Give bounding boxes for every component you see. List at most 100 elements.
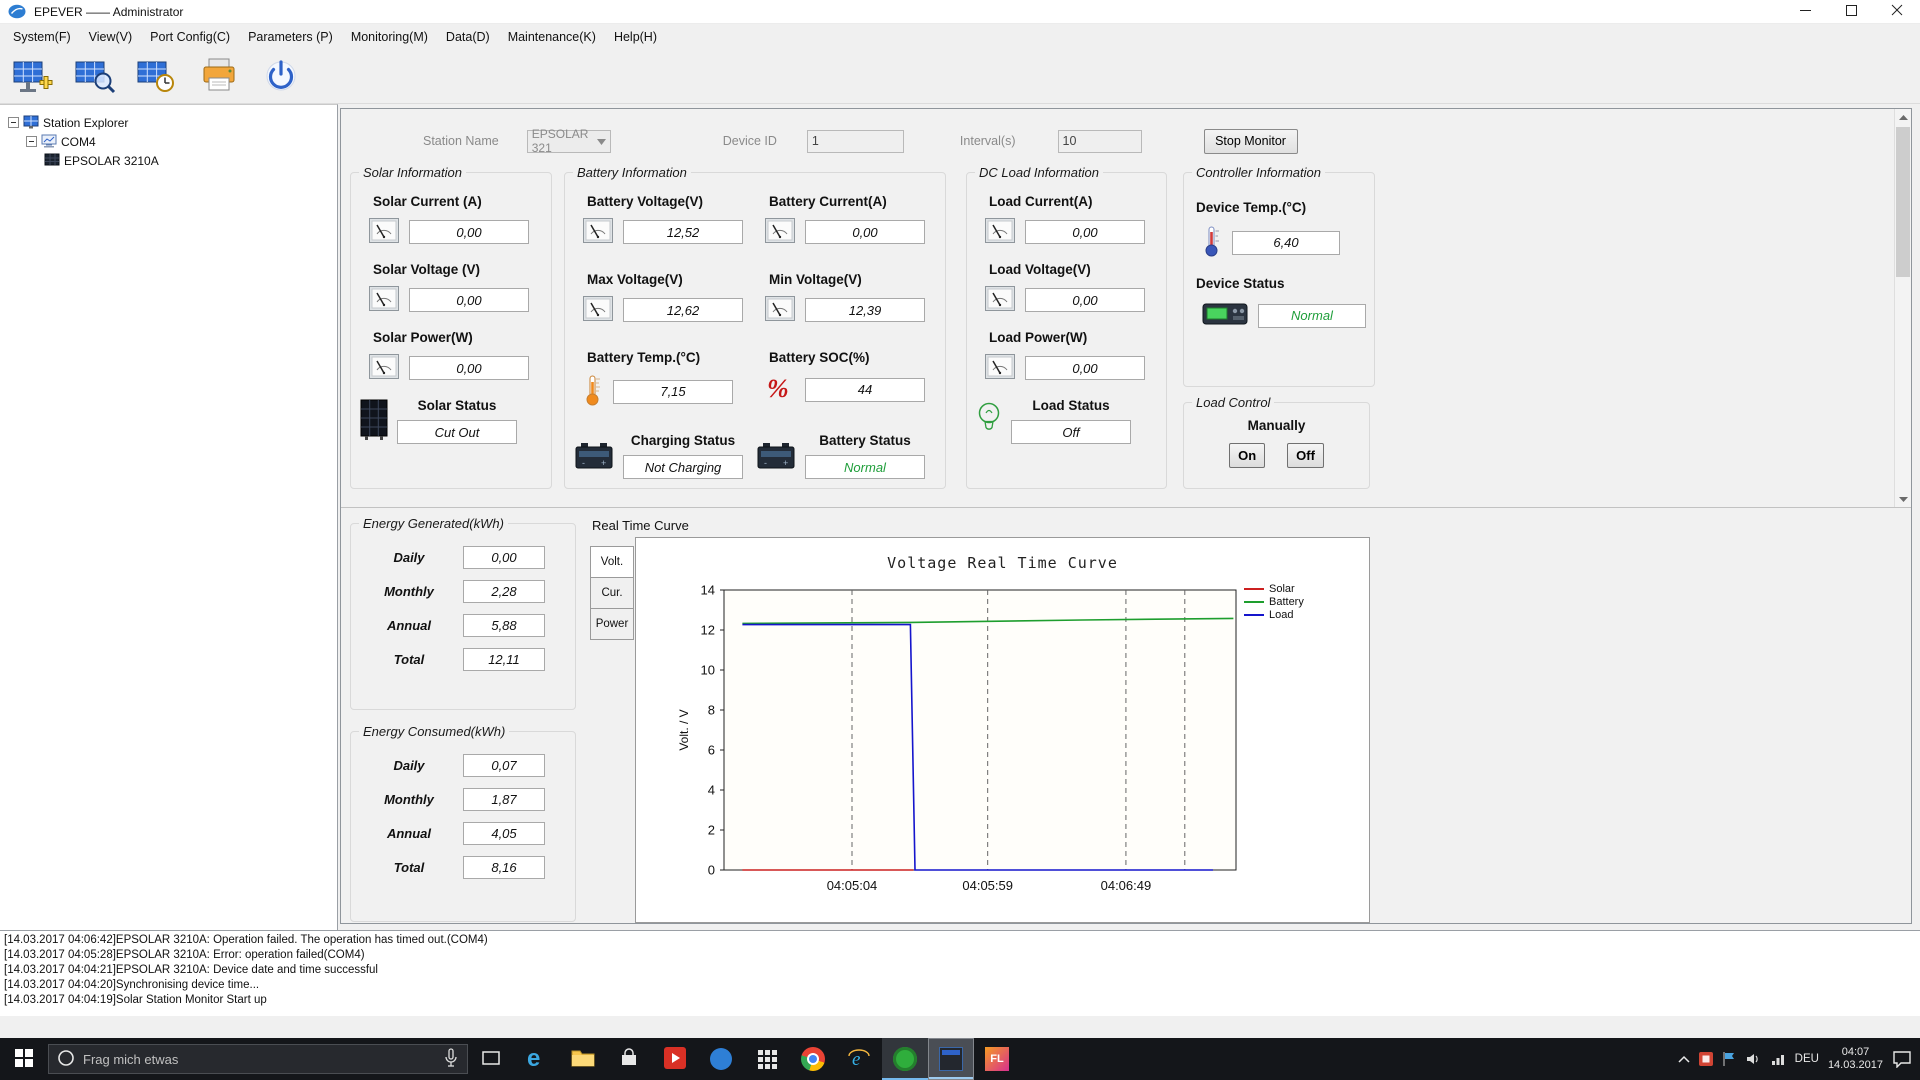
gauge-icon — [985, 286, 1015, 314]
power-button[interactable] — [258, 54, 304, 100]
load-control-group: Load Control Manually On Off — [1183, 395, 1370, 489]
taskbar-app-solar-monitor[interactable] — [882, 1038, 928, 1080]
taskbar-app-grid[interactable] — [744, 1038, 790, 1080]
load-power-value: 0,00 — [1025, 356, 1145, 380]
scrollbar-thumb[interactable] — [1896, 127, 1910, 277]
menu-maintenance[interactable]: Maintenance(K) — [499, 26, 605, 48]
station-icon — [23, 115, 39, 130]
menu-system[interactable]: System(F) — [4, 26, 80, 48]
toolbar — [0, 50, 1920, 104]
svg-text:0: 0 — [708, 863, 715, 878]
tree-item-epsolar-3210a[interactable]: EPSOLAR 3210A — [8, 151, 337, 170]
gauge-icon — [765, 296, 795, 324]
close-icon — [1891, 4, 1903, 19]
menu-help[interactable]: Help(H) — [605, 26, 666, 48]
tree-item-station-explorer[interactable]: Station Explorer — [8, 113, 337, 132]
monitor-panel: Station Name EPSOLAR 321 Device ID Inter… — [340, 108, 1912, 924]
log-line: [14.03.2017 04:05:28]EPSOLAR 3210A: Erro… — [4, 949, 365, 961]
fl-app-icon: FL — [985, 1047, 1009, 1071]
tray-flag-icon[interactable] — [1722, 1051, 1736, 1067]
solar-monitor-app-icon — [893, 1047, 917, 1071]
gauge-icon — [765, 218, 795, 246]
load-off-button[interactable]: Off — [1287, 443, 1324, 468]
generated-daily-value: 0,00 — [463, 546, 545, 569]
device-id-input[interactable] — [806, 129, 904, 153]
menu-data[interactable]: Data(D) — [437, 26, 499, 48]
scroll-up-icon[interactable] — [1895, 109, 1911, 125]
station-name-label: Station Name — [423, 134, 499, 148]
svg-text:12: 12 — [701, 623, 715, 638]
task-view-icon — [480, 1047, 502, 1072]
load-on-button[interactable]: On — [1229, 443, 1266, 468]
taskbar-search[interactable] — [48, 1044, 468, 1074]
taskbar-app-fl[interactable]: FL — [974, 1038, 1020, 1080]
close-button[interactable] — [1874, 0, 1920, 23]
consumed-monthly-row: Monthly 1,87 — [359, 788, 567, 811]
monitor-scrollbar[interactable] — [1894, 109, 1911, 507]
tab-volt[interactable]: Volt. — [590, 546, 634, 578]
taskbar-clock[interactable]: 04:07 14.03.2017 — [1828, 1046, 1883, 1072]
solar-information-group: Solar Information Solar Current (A) 0,00… — [350, 165, 552, 489]
tree-item-com4[interactable]: COM4 — [8, 132, 337, 151]
consumed-daily-row: Daily 0,07 — [359, 754, 567, 777]
notification-center-icon[interactable] — [1892, 1050, 1912, 1068]
energy-consumed-group: Energy Consumed(kWh) Daily 0,07 Monthly 1,… — [350, 724, 576, 922]
tree-collapse-icon[interactable] — [26, 136, 37, 147]
search-input[interactable] — [83, 1051, 435, 1067]
station-monitor-button[interactable] — [72, 54, 118, 100]
task-view-button[interactable] — [468, 1038, 514, 1080]
tab-current[interactable]: Cur. — [590, 577, 634, 609]
minimize-button[interactable] — [1782, 0, 1828, 23]
tree-collapse-icon[interactable] — [8, 117, 19, 128]
svg-text:%: % — [767, 374, 789, 402]
tab-power[interactable]: Power — [590, 608, 634, 640]
language-indicator[interactable]: DEU — [1795, 1053, 1819, 1065]
menu-port-config[interactable]: Port Config(C) — [141, 26, 239, 48]
taskbar-app-mail[interactable] — [698, 1038, 744, 1080]
load-current-field: Load Current(A) 0,00 — [975, 194, 1158, 246]
network-icon[interactable] — [1770, 1051, 1786, 1067]
chrome-icon — [801, 1047, 825, 1071]
folder-icon — [571, 1048, 595, 1071]
battery-soc-field: Battery SOC(%) % 44 — [755, 350, 937, 409]
menu-monitoring[interactable]: Monitoring(M) — [342, 26, 437, 48]
menu-view[interactable]: View(V) — [80, 26, 142, 48]
tray-chevron-icon[interactable] — [1678, 1055, 1690, 1063]
taskbar-app-chrome[interactable] — [790, 1038, 836, 1080]
taskbar-app-video[interactable] — [652, 1038, 698, 1080]
add-station-button[interactable] — [10, 54, 56, 100]
speaker-icon[interactable] — [1745, 1051, 1761, 1067]
desktop-filler — [0, 1016, 1920, 1038]
interval-label: Interval(s) — [959, 134, 1016, 148]
svg-text:8: 8 — [708, 703, 715, 718]
start-button[interactable] — [0, 1038, 48, 1080]
print-button[interactable] — [196, 54, 242, 100]
menu-parameters[interactable]: Parameters (P) — [239, 26, 342, 48]
battery-voltage-field: Battery Voltage(V) 12,52 — [573, 194, 755, 246]
tray-red-app-icon[interactable] — [1698, 1052, 1713, 1066]
solar-voltage-field: Solar Voltage (V) 0,00 — [359, 262, 543, 314]
consumed-monthly-value: 1,87 — [463, 788, 545, 811]
svg-text:6: 6 — [708, 743, 715, 758]
log-line: [14.03.2017 04:04:19]Solar Station Monit… — [4, 994, 267, 1006]
station-name-select[interactable]: EPSOLAR 321 — [526, 127, 611, 155]
device-time-button[interactable] — [134, 54, 180, 100]
taskbar-app-internet-explorer[interactable]: e — [836, 1038, 882, 1080]
taskbar-app-edge[interactable]: e — [514, 1038, 560, 1080]
interval-input[interactable] — [1057, 129, 1142, 153]
bulb-icon — [975, 400, 1003, 443]
taskbar-app-epever[interactable] — [928, 1038, 974, 1080]
load-voltage-value: 0,00 — [1025, 288, 1145, 312]
generated-annual-row: Annual 5,88 — [359, 614, 567, 637]
device-status-field: Device Status Normal — [1192, 276, 1366, 330]
thermometer-icon — [1202, 225, 1222, 260]
maximize-button[interactable] — [1828, 0, 1874, 23]
maximize-icon — [1845, 4, 1857, 19]
max-voltage-value: 12,62 — [623, 298, 743, 322]
scroll-down-icon[interactable] — [1895, 491, 1911, 507]
stop-monitor-button[interactable]: Stop Monitor — [1203, 128, 1298, 154]
taskbar-app-file-explorer[interactable] — [560, 1038, 606, 1080]
taskbar-app-store[interactable] — [606, 1038, 652, 1080]
station-monitor-icon — [74, 55, 116, 98]
microphone-icon[interactable] — [443, 1047, 459, 1072]
